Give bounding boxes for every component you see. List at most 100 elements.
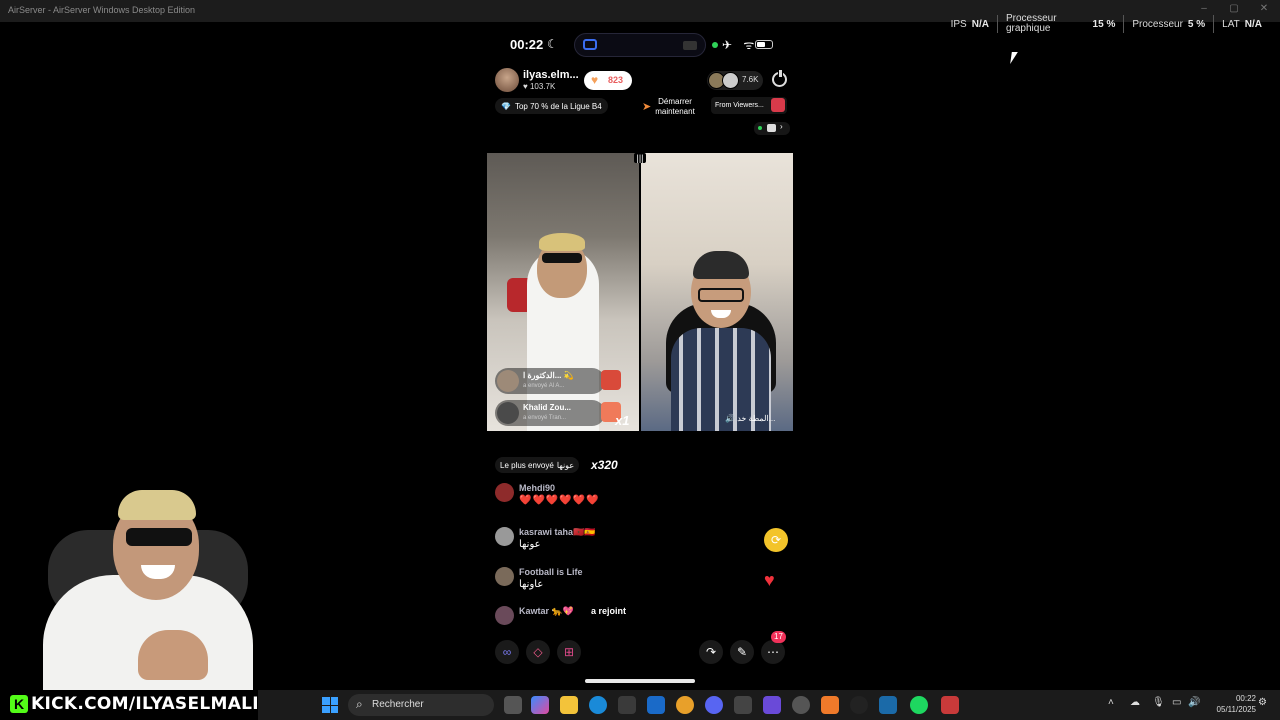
clock-time: 00:22 [1235, 694, 1256, 703]
gift-sent-text: a envoyé Tran... [523, 415, 567, 421]
gift-sender-avatar [497, 370, 519, 392]
dynamic-island [574, 33, 706, 57]
webcam-overlay [28, 480, 268, 690]
start-now-button[interactable]: ➤ Démarrer maintenant [642, 97, 695, 117]
airplane-wifi-icons: ✈ ᯤ [722, 38, 759, 52]
task-view-icon[interactable] [504, 696, 522, 714]
windows-taskbar: ⌕ Rechercher ˄ ☁ 🎙 ▭ 🔊 00:22 05/11/2025 … [258, 690, 1280, 720]
lat-stat: LAT N/A [1213, 15, 1270, 33]
split-layout-icon[interactable]: ||| [634, 153, 646, 163]
screen: AirServer - AirServer Windows Desktop Ed… [0, 0, 1280, 720]
cloud-icon[interactable]: ☁ [1130, 697, 1140, 708]
mirrored-phone-screen: 00:22 ☾ ✈ ᯤ ilyas.elm... ♥ 103.7K ♥ 823 … [487, 30, 793, 690]
outlook-icon[interactable] [647, 696, 665, 714]
camera-toggle[interactable]: › [754, 122, 790, 135]
join-text: a rejoint [591, 606, 627, 616]
streamer-hair [118, 490, 196, 520]
island-chip-icon [683, 41, 697, 50]
ips-label: IPS [950, 18, 967, 30]
chat-avatar [495, 527, 514, 546]
photos-icon[interactable] [734, 696, 752, 714]
join-username: Kawtar 🐆💖 [519, 606, 574, 616]
chevron-right-icon: › [780, 122, 783, 131]
file-explorer-icon[interactable] [560, 696, 578, 714]
host-avatar[interactable] [495, 68, 519, 92]
chat-username: kasrawi taha🇲🇦🇪🇸 [519, 527, 596, 537]
obs-icon[interactable] [792, 696, 810, 714]
heart-icon: ♥ [591, 73, 599, 87]
video-panel-right[interactable]: 🔊 المطة خد... [641, 153, 793, 431]
taskbar-search[interactable]: ⌕ Rechercher [348, 694, 494, 716]
search-icon: ⌕ [356, 697, 363, 711]
power-icon[interactable] [772, 70, 787, 87]
heart-count-pill[interactable]: ♥ 823 [584, 71, 632, 90]
home-indicator[interactable] [585, 679, 695, 683]
chat-username: Mehdi90 [519, 483, 556, 493]
start-now-label: Démarrer maintenant [655, 97, 695, 117]
game-launcher-icon[interactable] [941, 696, 959, 714]
gift-notification: Khalid Zou... a envoyé Tran... [495, 400, 621, 426]
volume-icon[interactable]: 🔊 [1188, 697, 1200, 708]
edge-icon[interactable] [589, 696, 607, 714]
viewers-pill[interactable]: 7.6K [707, 71, 763, 90]
host-likes: ♥ 103.7K [523, 82, 556, 91]
chat-text: ❤️❤️❤️❤️❤️❤️ [519, 495, 600, 506]
streamer-sunglasses [126, 528, 192, 546]
spotify-icon[interactable] [910, 696, 928, 714]
apps-grid-icon[interactable]: ⊞ [557, 640, 581, 664]
sunglasses [542, 253, 582, 263]
host-likes-value: 103.7K [529, 82, 556, 91]
chat-username: Football is Life [519, 567, 583, 577]
heart-count: 823 [608, 75, 624, 85]
battery-icon [755, 40, 773, 49]
microphone-icon[interactable]: 🎙 [1152, 697, 1165, 708]
kick-logo-icon: K [10, 695, 28, 713]
start-now-line2: maintenant [655, 107, 695, 116]
window-title: AirServer - AirServer Windows Desktop Ed… [8, 5, 196, 15]
gift-sender-avatar [497, 402, 519, 424]
copilot-icon[interactable] [531, 696, 549, 714]
most-sent-item: عونها [556, 460, 575, 470]
magic-wand-icon[interactable]: ✎ [730, 640, 754, 664]
live-bottom-bar: ∞ ◇ ⊞ ↷ ✎ ⋯ [487, 638, 793, 666]
store-icon[interactable] [618, 696, 636, 714]
host-name: ilyas.elm... [523, 69, 579, 81]
from-viewers-button[interactable]: From Viewers... [711, 97, 787, 114]
screen-mirror-icon [583, 39, 597, 50]
cpu-label: Processeur [1132, 18, 1183, 30]
live-dot [758, 126, 762, 130]
chat-avatar [495, 606, 514, 625]
game-icon[interactable] [763, 696, 781, 714]
chat-avatar [495, 567, 514, 586]
chevron-up-icon[interactable]: ˄ [1108, 697, 1114, 708]
streamer-app-icon[interactable] [850, 696, 868, 714]
app-icon[interactable] [821, 696, 839, 714]
rematch-icon[interactable]: ⟳ [764, 528, 788, 552]
moon-icon: ☾ [547, 37, 558, 51]
notification-badge: 17 [771, 631, 786, 643]
network-icon[interactable]: ▭ [1172, 697, 1181, 708]
windows-start-icon[interactable] [322, 697, 338, 713]
discord-icon[interactable] [705, 696, 723, 714]
kick-url: KICK.COM/ILYASELMALIKI [31, 694, 280, 714]
search-placeholder: Rechercher [372, 699, 424, 710]
multi-guest-icon[interactable]: ◇ [526, 640, 550, 664]
status-time: 00:22 [510, 37, 544, 52]
league-badge[interactable]: 💎 Top 70 % de la Ligue B4 [495, 98, 608, 114]
gift-sender-name: الدكتورة ا... 💫 [523, 371, 574, 380]
cpu-value: 5 % [1187, 18, 1206, 30]
more-icon[interactable]: ⋯ [761, 640, 785, 664]
glasses [698, 288, 744, 302]
share-icon[interactable]: ↷ [699, 640, 723, 664]
like-heart-icon[interactable]: ♥ [764, 570, 775, 591]
link-icon[interactable]: ∞ [495, 640, 519, 664]
settings-icon[interactable]: ⚙ [1258, 697, 1267, 708]
most-sent-count: x320 [591, 458, 618, 472]
lat-label: LAT [1222, 18, 1240, 30]
cpu-stat: Processeur 5 % [1123, 15, 1213, 33]
taskbar-clock[interactable]: 00:22 05/11/2025 [1204, 693, 1256, 715]
video-panel-left[interactable]: الدكتورة ا... 💫 a envoyé Al A... Khalid … [487, 153, 639, 431]
chat-text: عاونها [519, 579, 544, 590]
chrome-icon[interactable] [676, 696, 694, 714]
steam-icon[interactable] [879, 696, 897, 714]
